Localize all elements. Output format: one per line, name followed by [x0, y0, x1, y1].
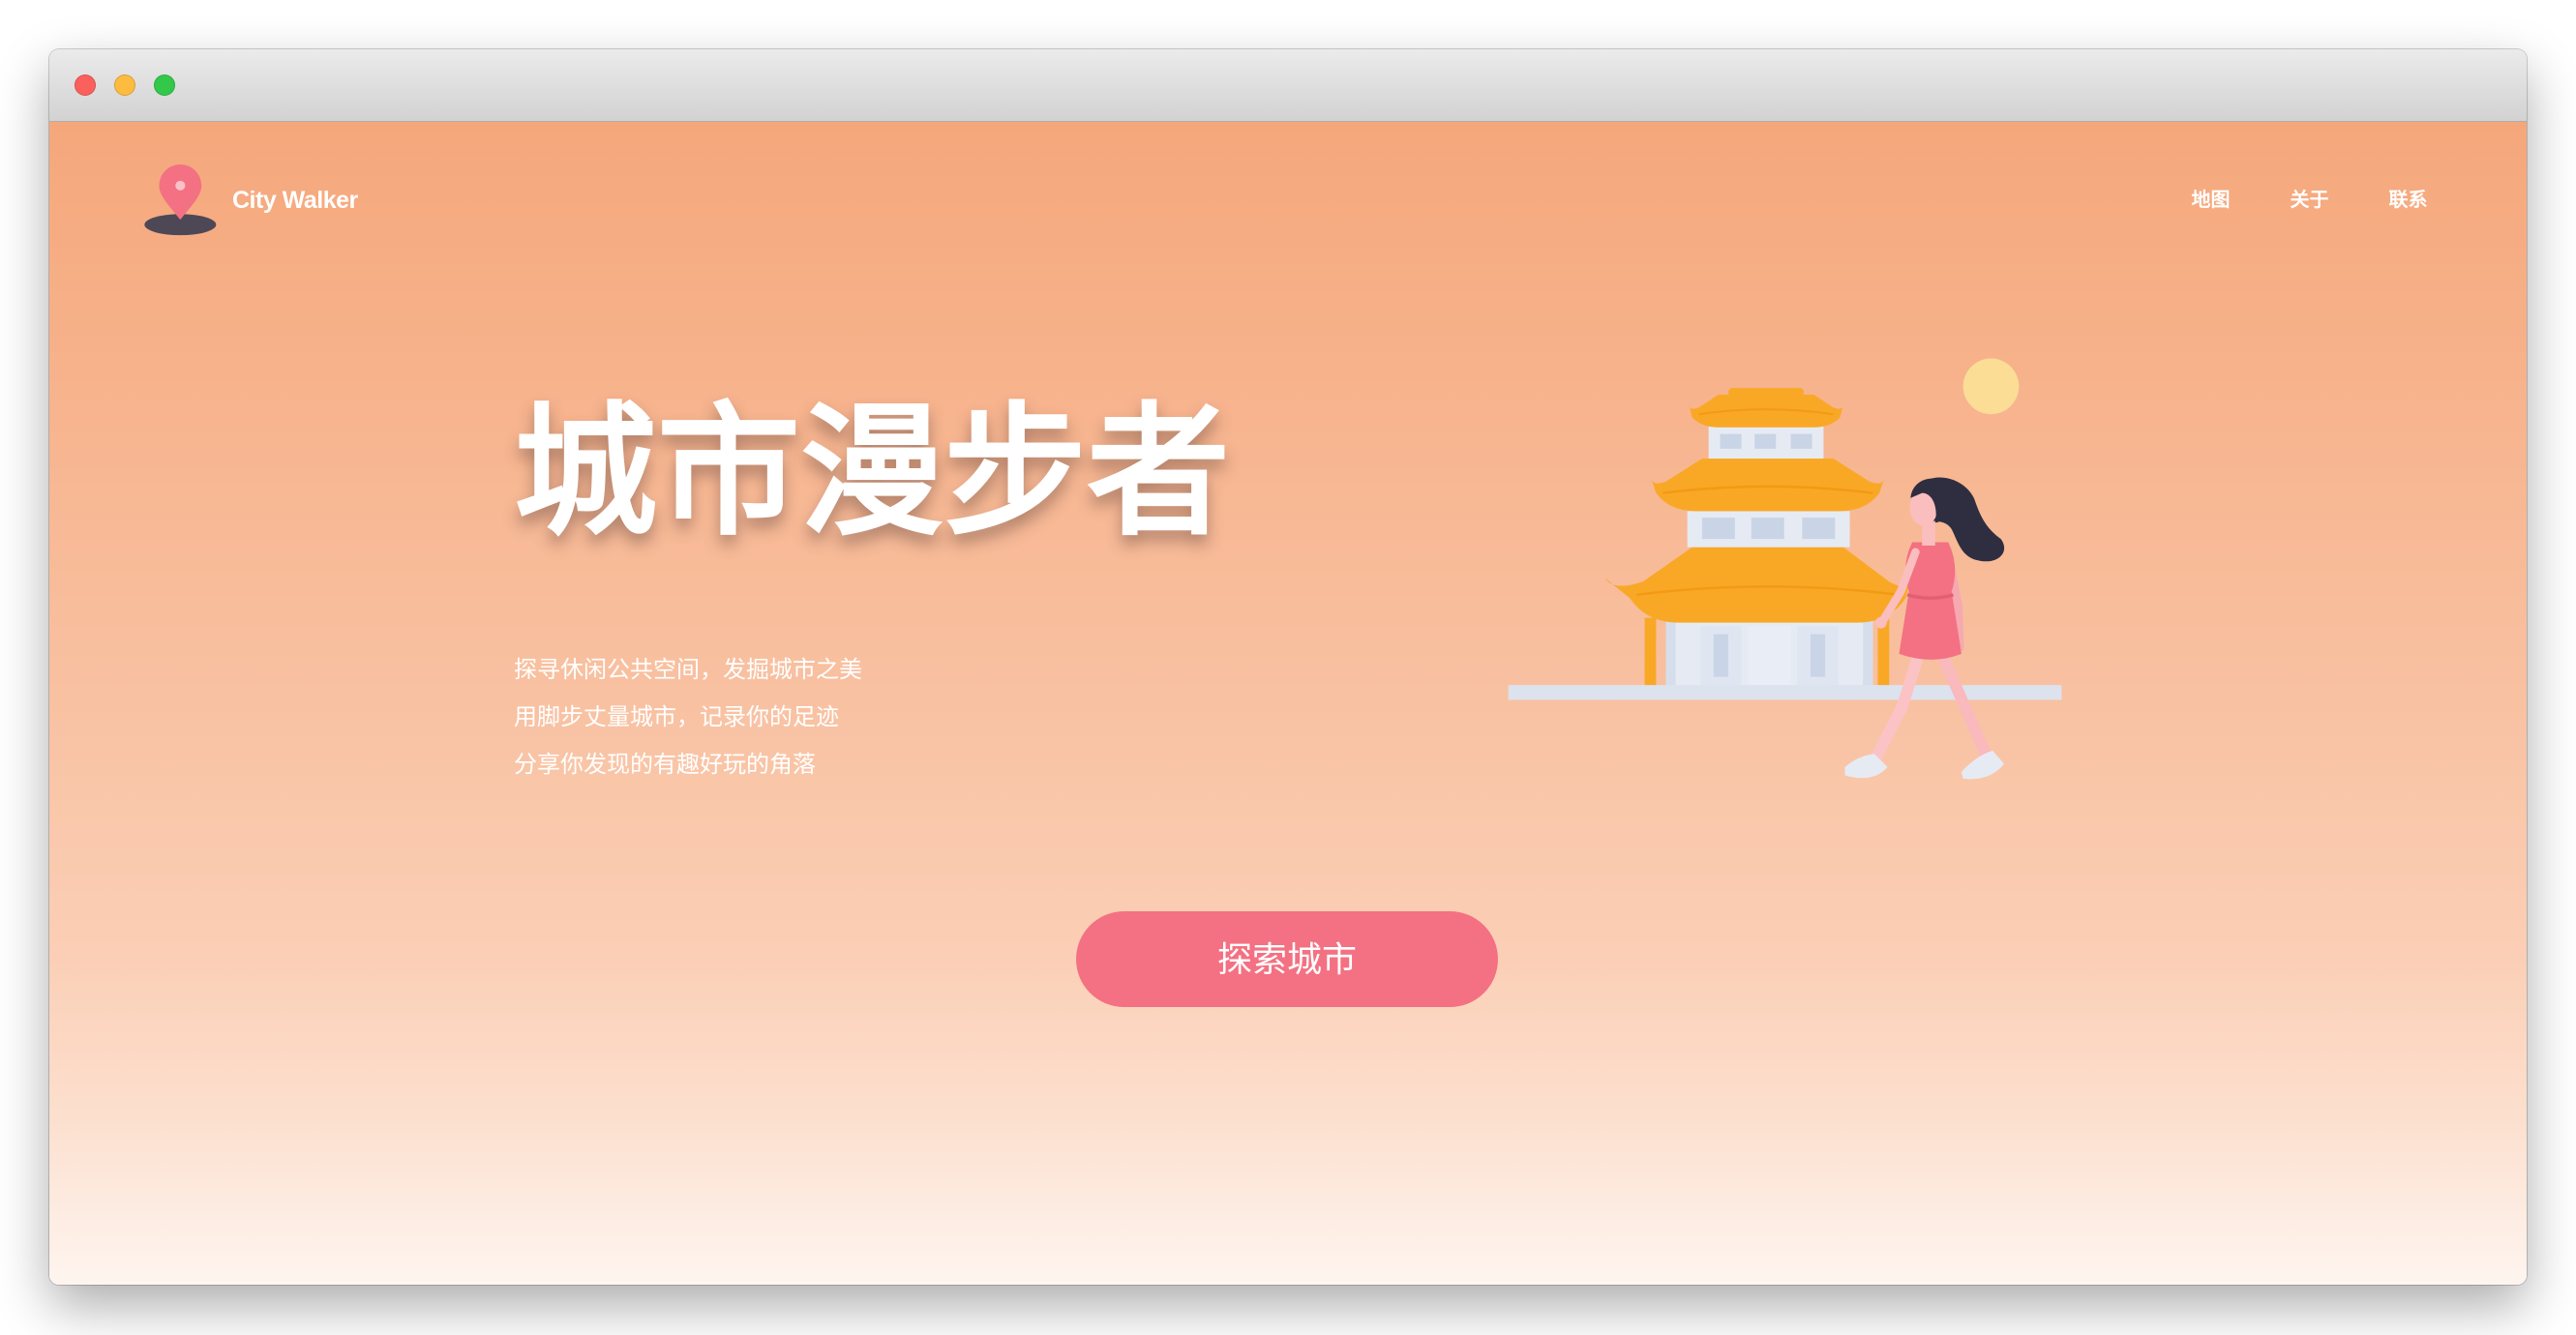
top-nav: 地图 关于 联系	[2191, 189, 2428, 212]
hero-line: 探寻休闲公共空间，发掘城市之美	[514, 657, 862, 683]
sun	[1962, 358, 2020, 415]
pagoda-walker-illustration	[1508, 358, 2062, 780]
nav-item-map[interactable]: 地图	[2191, 189, 2231, 212]
ground-line	[1508, 685, 2062, 700]
minimize-window-button[interactable]	[114, 74, 135, 96]
window-titlebar	[49, 49, 2527, 122]
pagoda-roof-middle	[1651, 459, 1885, 512]
nav-item-about[interactable]: 关于	[2290, 189, 2329, 212]
pagoda	[1604, 388, 1911, 687]
pagoda-roof-bottom	[1604, 547, 1911, 623]
map-pin-icon[interactable]	[144, 164, 220, 236]
woman-hand	[1874, 616, 1887, 629]
pagoda-roof-top	[1689, 394, 1843, 428]
landing-page: City Walker 地图 关于 联系 城市漫步者 探寻休闲公共空间，发掘城市…	[49, 122, 2527, 1285]
pagoda-column-left	[1644, 617, 1657, 687]
hero-title: 城市漫步者	[514, 393, 1230, 552]
hero-description: 探寻休闲公共空间，发掘城市之美 用脚步丈量城市，记录你的足迹 分享你发现的有趣好…	[514, 646, 862, 788]
zoom-window-button[interactable]	[154, 74, 175, 96]
pin-body	[159, 164, 202, 221]
hero-line: 用脚步丈量城市，记录你的足迹	[514, 704, 839, 730]
woman-neck	[1922, 522, 1935, 546]
brand-name[interactable]: City Walker	[232, 185, 358, 216]
pin-dot	[175, 180, 186, 191]
woman-shoe-back	[1961, 751, 2005, 780]
explore-city-button[interactable]: 探索城市	[1076, 911, 1498, 1007]
nav-item-contact[interactable]: 联系	[2388, 189, 2428, 212]
hero-line: 分享你发现的有趣好玩的角落	[514, 752, 816, 778]
close-window-button[interactable]	[75, 74, 96, 96]
browser-window: City Walker 地图 关于 联系 城市漫步者 探寻休闲公共空间，发掘城市…	[49, 49, 2527, 1285]
woman-leg-back	[1935, 647, 1992, 762]
